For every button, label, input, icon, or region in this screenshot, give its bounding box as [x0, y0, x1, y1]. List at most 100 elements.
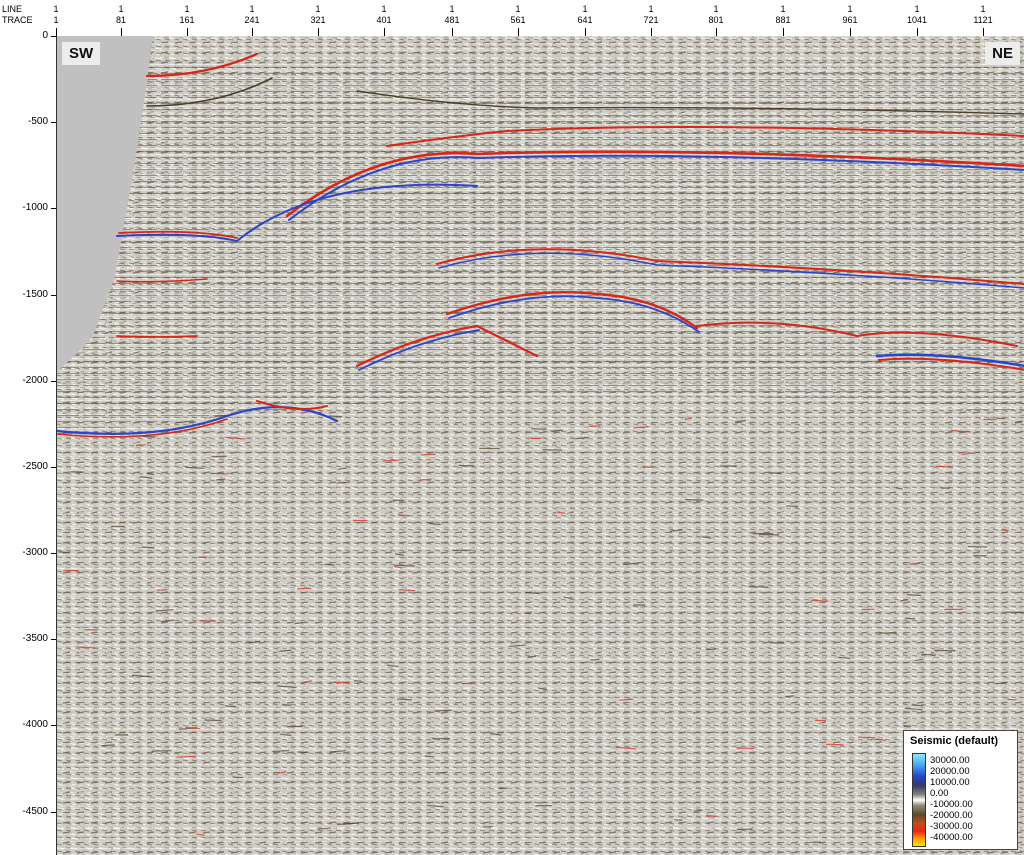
noise-dash	[909, 562, 920, 565]
noise-dash	[861, 608, 875, 611]
noise-dash	[232, 776, 244, 779]
line-number: 1	[713, 4, 719, 14]
header-tick	[716, 28, 717, 36]
header-tick	[651, 28, 652, 36]
noise-dash	[921, 653, 936, 656]
layered-zone	[57, 56, 1024, 436]
legend-value: 0.00	[930, 788, 949, 799]
line-number: 1	[449, 4, 455, 14]
line-axis-label: LINE	[2, 4, 23, 14]
noise-dash	[141, 546, 155, 549]
line-number: 1	[515, 4, 521, 14]
line-number: 1	[914, 4, 920, 14]
line-number: 1	[648, 4, 654, 14]
depth-label: -4000	[22, 719, 48, 730]
trace-number: 561	[510, 15, 526, 25]
depth-label: -1000	[22, 202, 48, 213]
noise-dash	[706, 815, 716, 817]
depth-axis: 0 -500 -1000 -1500 -2000 -2500 -3000 -35…	[0, 31, 56, 855]
legend-value: -40000.00	[930, 832, 973, 843]
noise-dash	[935, 465, 953, 468]
header-tick	[783, 28, 784, 36]
depth-label: -2000	[22, 375, 48, 386]
line-number: 1	[315, 4, 321, 14]
header-tick	[983, 28, 984, 36]
header-tick	[187, 28, 188, 36]
amplitude-legend: Seismic (default) 30000.00 20000.00 1000…	[903, 730, 1018, 850]
trace-number: 161	[179, 15, 195, 25]
legend-value: -20000.00	[930, 810, 973, 821]
header-tick	[252, 28, 253, 36]
header-tick	[56, 28, 57, 36]
depth-label: -3500	[22, 633, 48, 644]
depth-label: -500	[27, 116, 48, 127]
noise-dash	[316, 668, 324, 671]
trace-header: LINE TRACE 1 1 1 81 1 161 1 241 1 321 1 …	[0, 0, 1024, 36]
header-tick	[318, 28, 319, 36]
noise-dash	[211, 455, 227, 458]
seismic-section[interactable]: SW NE	[56, 36, 1024, 855]
noise-dash	[1007, 698, 1017, 701]
line-number: 1	[780, 4, 786, 14]
sw-direction-label: SW	[62, 42, 101, 65]
header-tick	[585, 28, 586, 36]
noise-dash	[906, 594, 922, 596]
noise-dash	[210, 472, 229, 475]
line-number: 1	[847, 4, 853, 14]
noise-dash	[995, 682, 1007, 685]
header-tick	[518, 28, 519, 36]
header-tick	[917, 28, 918, 36]
noise-dash	[328, 415, 343, 418]
noise-dash	[419, 478, 432, 481]
reflector-line	[116, 335, 198, 338]
noise-dash	[297, 587, 312, 590]
depth-label: -1500	[22, 289, 48, 300]
line-number: 1	[980, 4, 986, 14]
ne-direction-label: NE	[985, 42, 1020, 65]
noise-dash	[811, 599, 829, 602]
legend-value: 20000.00	[930, 766, 970, 777]
trace-number: 1	[53, 15, 59, 25]
noise-dash	[685, 498, 704, 501]
noise-dash	[146, 472, 154, 475]
trace-number: 721	[643, 15, 659, 25]
legend-value: -30000.00	[930, 821, 973, 832]
noise-dash	[176, 755, 197, 758]
noise-dash	[825, 743, 845, 746]
noise-dash	[784, 695, 795, 698]
noise-dash	[769, 472, 781, 475]
noise-dash	[135, 444, 146, 447]
depth-label: -2500	[22, 461, 48, 472]
depth-label: 0	[42, 30, 48, 41]
noise-dash	[216, 478, 226, 481]
trace-number: 321	[310, 15, 326, 25]
line-number: 1	[582, 4, 588, 14]
line-number: 1	[381, 4, 387, 14]
trace-number: 401	[376, 15, 392, 25]
noise-dash	[251, 681, 261, 684]
trace-number: 961	[842, 15, 858, 25]
trace-number: 241	[244, 15, 260, 25]
noise-dash	[1000, 529, 1009, 532]
trace-number: 881	[775, 15, 791, 25]
trace-number: 1041	[906, 15, 928, 25]
noise-dash	[336, 481, 346, 484]
noise-dash	[705, 648, 717, 651]
header-tick	[121, 28, 122, 36]
legend-value: 10000.00	[930, 777, 970, 788]
header-tick	[452, 28, 453, 36]
legend-value: -10000.00	[930, 799, 973, 810]
noise-dash	[527, 655, 537, 658]
line-number: 1	[118, 4, 124, 14]
noise-dash	[421, 453, 436, 456]
noise-dash	[101, 744, 116, 747]
trace-number: 81	[115, 15, 127, 25]
line-number: 1	[184, 4, 190, 14]
noise-dash	[748, 585, 769, 588]
trace-number: 641	[577, 15, 593, 25]
noise-dash	[434, 709, 452, 712]
noise-dash	[736, 747, 755, 750]
seismic-image	[57, 36, 1024, 855]
trace-axis-label: TRACE	[2, 15, 33, 25]
header-tick	[850, 28, 851, 36]
